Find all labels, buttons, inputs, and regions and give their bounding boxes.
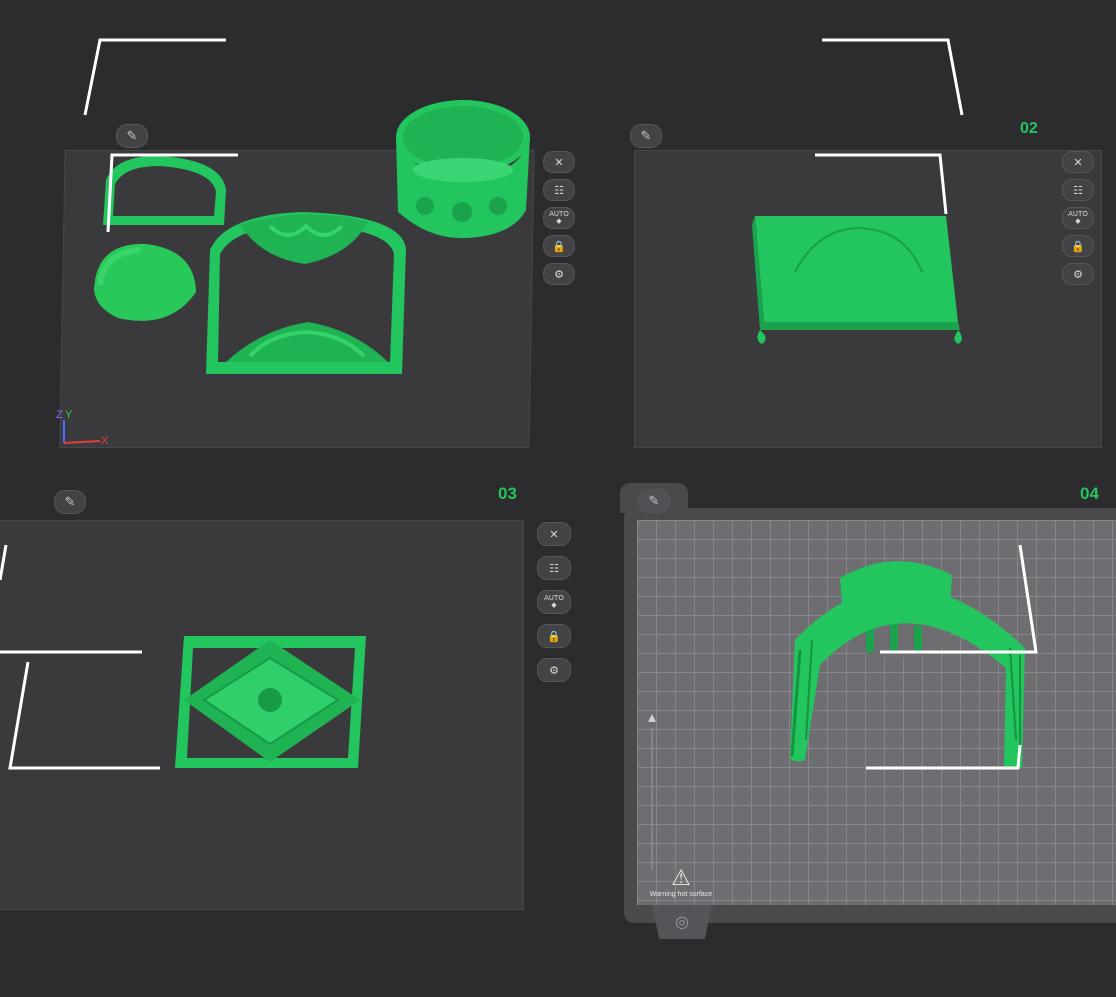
auto-arrange-button[interactable]: AUTO ◆ <box>1062 207 1094 229</box>
pencil-icon: ✎ <box>126 128 138 143</box>
close-icon[interactable]: ✕ <box>543 151 575 173</box>
plate-3-edit-button[interactable]: ✎ <box>54 490 86 514</box>
eraser-icon: ◆ <box>556 217 562 225</box>
close-icon[interactable]: ✕ <box>537 522 571 546</box>
plate-1-toolbar: ✕ ☷ AUTO ◆ 🔒 ⚙ <box>543 151 575 285</box>
plate-2-number: 02 <box>1020 120 1038 137</box>
auto-arrange-button[interactable]: AUTO ◆ <box>543 207 575 229</box>
pencil-icon: ✎ <box>640 128 652 143</box>
warning-label: Warning hot surface <box>649 891 713 898</box>
close-icon[interactable]: ✕ <box>1062 151 1094 173</box>
build-plate-1[interactable] <box>59 150 535 448</box>
settings-icon[interactable]: ⚙ <box>543 263 575 285</box>
pencil-icon: ✎ <box>648 493 660 508</box>
build-plate-2[interactable] <box>634 150 1102 448</box>
lock-icon[interactable]: 🔒 <box>543 235 575 257</box>
plate-2-edit-button[interactable]: ✎ <box>630 124 662 148</box>
list-icon[interactable]: ☷ <box>537 556 571 580</box>
lock-icon[interactable]: 🔒 <box>1062 235 1094 257</box>
lock-icon[interactable]: 🔒 <box>537 624 571 648</box>
settings-icon[interactable]: ⚙ <box>1062 263 1094 285</box>
list-icon[interactable]: ☷ <box>543 179 575 201</box>
fingerprint-icon: ◎ <box>652 905 712 939</box>
plate-4-number: 04 <box>1080 484 1099 503</box>
list-icon[interactable]: ☷ <box>1062 179 1094 201</box>
eraser-icon: ◆ <box>551 601 557 609</box>
plate-3-toolbar: ✕ ☷ AUTO ◆ 🔒 ⚙ <box>537 522 571 682</box>
build-plate-3[interactable] <box>0 520 524 910</box>
auto-arrange-button[interactable]: AUTO ◆ <box>537 590 571 614</box>
hot-surface-warning: ⚠ Warning hot surface <box>646 865 716 898</box>
plate-2-toolbar: ✕ ☷ AUTO ◆ 🔒 ⚙ <box>1062 151 1094 285</box>
plate-4-edit-button[interactable]: ✎ <box>638 489 670 513</box>
eraser-icon: ◆ <box>1075 217 1081 225</box>
settings-icon[interactable]: ⚙ <box>537 658 571 682</box>
plate-1-edit-button[interactable]: ✎ <box>116 124 148 148</box>
pencil-icon: ✎ <box>64 494 76 509</box>
warning-icon: ⚠ <box>671 865 691 890</box>
plate-3-number: 03 <box>498 484 517 503</box>
plate-4-grid <box>637 520 1116 905</box>
